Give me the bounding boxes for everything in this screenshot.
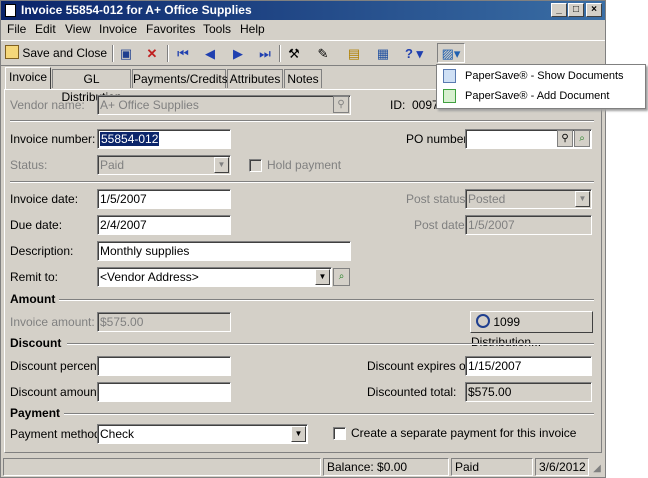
- add-document-label: PaperSave® - Add Document: [465, 90, 610, 102]
- papersave-menu: PaperSave® - Show Documents PaperSave® -…: [436, 64, 646, 109]
- papersave-icon[interactable]: ▨▾: [437, 43, 465, 63]
- invoice-number-label: Invoice number:: [10, 132, 96, 146]
- vendor-name-field: A+ Office Supplies ⚲: [97, 95, 351, 115]
- tab-payments-credits[interactable]: Payments/Credits: [132, 69, 228, 88]
- description-label: Description:: [10, 244, 74, 258]
- menu-file[interactable]: File: [7, 22, 26, 36]
- maximize-button[interactable]: □: [568, 3, 584, 17]
- tab-gl-distribution[interactable]: GL Distribution: [52, 69, 131, 104]
- previous-record-icon[interactable]: ◀: [201, 44, 219, 63]
- papersave-show-documents[interactable]: PaperSave® - Show Documents: [437, 66, 643, 86]
- delete-icon[interactable]: ✕: [143, 44, 161, 63]
- menu-invoice[interactable]: Invoice: [99, 22, 137, 36]
- invoice-amount-label: Invoice amount:: [10, 315, 95, 329]
- menu-tools[interactable]: Tools: [203, 22, 231, 36]
- next-record-icon[interactable]: ▶: [229, 44, 247, 63]
- save-and-close-button[interactable]: Save and Close ▾: [5, 44, 110, 79]
- payment-method-label: Payment method:: [10, 427, 105, 441]
- help-icon[interactable]: ? ▾: [401, 44, 427, 63]
- po-number-label: PO number:: [406, 132, 471, 146]
- chevron-down-icon[interactable]: ▼: [315, 269, 330, 285]
- report-icon[interactable]: ▦: [374, 44, 392, 63]
- tools-icon[interactable]: ⚒: [285, 44, 303, 63]
- chevron-down-icon[interactable]: ▼: [291, 426, 306, 442]
- discounted-total-field: $575.00: [465, 382, 592, 402]
- add-document-icon: [443, 89, 456, 103]
- chevron-down-icon: ▼: [575, 191, 590, 207]
- invoice-status: Paid: [451, 458, 533, 476]
- 1099-distribution-button[interactable]: 1099 Distribution...: [470, 311, 593, 349]
- toolbar: Save and Close ▾ ▣ ✕ ⏮ ◀ ▶ ⏭ ⚒ ✎ ▤ ▦ ? ▾…: [1, 40, 605, 79]
- minimize-button[interactable]: _: [551, 3, 567, 17]
- post-status-dropdown: Posted ▼: [465, 189, 592, 209]
- invoice-date-label: Invoice date:: [10, 192, 79, 206]
- close-window-button[interactable]: ×: [586, 3, 602, 17]
- due-date-label: Due date:: [10, 218, 63, 232]
- discount-expires-input[interactable]: 1/15/2007: [465, 356, 592, 376]
- hold-payment-checkbox: [249, 159, 262, 172]
- binoculars-search-icon[interactable]: ⚲: [557, 130, 573, 147]
- description-input[interactable]: Monthly supplies: [97, 241, 351, 261]
- menu-favorites[interactable]: Favorites: [146, 22, 195, 36]
- title-bar: Invoice 55854-012 for A+ Office Supplies…: [1, 1, 605, 20]
- tab-invoice[interactable]: Invoice: [5, 67, 51, 89]
- discounted-total-label: Discounted total:: [367, 385, 457, 399]
- invoice-app-icon: [5, 4, 16, 17]
- post-status-label: Post status:: [406, 192, 469, 206]
- po-number-input[interactable]: ⚲ ⌕: [465, 129, 592, 149]
- attach-icon[interactable]: ✎: [314, 44, 332, 63]
- save-and-close-label: Save and Close: [22, 46, 108, 60]
- invoice-number-input[interactable]: 55854-012: [97, 129, 231, 149]
- tab-attributes[interactable]: Attributes: [227, 69, 283, 88]
- discount-expires-label: Discount expires on:: [367, 359, 476, 373]
- balance-status: Balance: $0.00: [323, 458, 449, 476]
- no-symbol-icon: [476, 314, 490, 328]
- post-date-field: 1/5/2007: [465, 215, 592, 235]
- window-title: Invoice 55854-012 for A+ Office Supplies: [21, 3, 252, 17]
- invoice-amount-field: $575.00: [97, 312, 231, 332]
- show-documents-label: PaperSave® - Show Documents: [465, 70, 624, 82]
- menu-bar: File Edit View Invoice Favorites Tools H…: [1, 20, 605, 39]
- current-date: 3/6/2012: [535, 458, 589, 476]
- amount-header: Amount: [10, 292, 56, 306]
- discount-amount-label: Discount amount:: [10, 385, 104, 399]
- papersave-add-document[interactable]: PaperSave® - Add Document: [437, 86, 643, 106]
- binoculars-icon: ⚲: [333, 96, 349, 113]
- status-bar: Balance: $0.00 Paid 3/6/2012 ◢: [1, 457, 605, 477]
- separate-payment-label: Create a separate payment for this invoi…: [351, 426, 577, 440]
- status-label: Status:: [10, 158, 48, 172]
- status-dropdown: Paid ▼: [97, 155, 231, 175]
- discount-percent-input[interactable]: [97, 356, 231, 376]
- vendor-name-label: Vendor name:: [10, 98, 85, 112]
- remit-to-label: Remit to:: [10, 270, 59, 284]
- post-date-label: Post date:: [414, 218, 469, 232]
- save-disk-icon[interactable]: ▣: [117, 44, 135, 63]
- magnifier-icon[interactable]: ⌕: [574, 130, 590, 147]
- menu-view[interactable]: View: [65, 22, 91, 36]
- tab-notes[interactable]: Notes: [284, 69, 322, 88]
- separate-payment-checkbox[interactable]: [333, 427, 346, 440]
- remit-lookup-icon[interactable]: ⌕: [333, 268, 350, 286]
- document-icon: [443, 69, 456, 83]
- last-record-icon[interactable]: ⏭: [256, 44, 274, 63]
- invoice-date-input[interactable]: 1/5/2007: [97, 189, 231, 209]
- folder-icon[interactable]: ▤: [345, 44, 363, 63]
- save-icon: [5, 45, 19, 59]
- chevron-down-icon: ▼: [214, 157, 229, 173]
- hold-payment-label: Hold payment: [267, 158, 342, 172]
- payment-method-dropdown[interactable]: Check ▼: [97, 424, 308, 444]
- first-record-icon[interactable]: ⏮: [174, 44, 192, 63]
- status-bar-blank: [3, 458, 321, 476]
- due-date-input[interactable]: 2/4/2007: [97, 215, 231, 235]
- menu-help[interactable]: Help: [240, 22, 265, 36]
- discount-percent-label: Discount percent:: [10, 359, 104, 373]
- payment-header: Payment: [10, 406, 61, 420]
- vendor-id-value: 0097: [412, 98, 439, 112]
- vendor-id-label: ID:: [390, 98, 406, 112]
- menu-edit[interactable]: Edit: [35, 22, 56, 36]
- discount-header: Discount: [10, 336, 62, 350]
- discount-amount-input[interactable]: [97, 382, 231, 402]
- resize-grip-icon[interactable]: ◢: [590, 459, 604, 478]
- remit-to-dropdown[interactable]: <Vendor Address> ▼: [97, 267, 332, 287]
